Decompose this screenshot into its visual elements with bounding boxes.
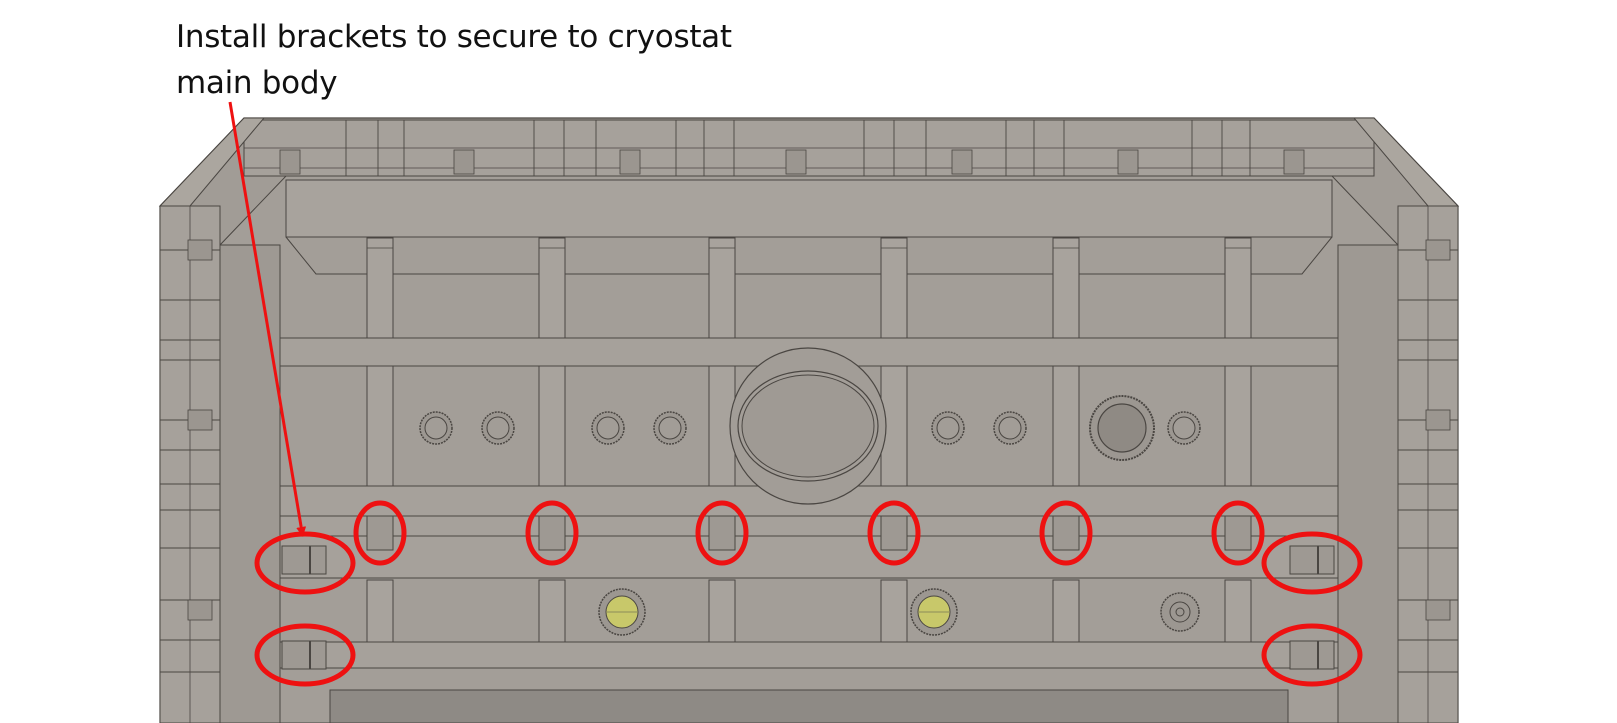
small-port-inner bbox=[1172, 416, 1196, 440]
strut-upper bbox=[708, 237, 736, 339]
strut-upper bbox=[366, 237, 394, 339]
top-rail-clip bbox=[785, 149, 807, 175]
top-rail-clip bbox=[1283, 149, 1305, 175]
side-rail-clip bbox=[187, 599, 213, 621]
top-rail-clip bbox=[279, 149, 301, 175]
central-port bbox=[729, 347, 887, 505]
bracket bbox=[538, 515, 566, 551]
cad-view bbox=[158, 101, 1460, 723]
strut-upper bbox=[1224, 237, 1252, 339]
side-bracket bbox=[1289, 545, 1335, 575]
bracket bbox=[1052, 515, 1080, 551]
side-rail-clip bbox=[1425, 409, 1451, 431]
side-bracket bbox=[1289, 640, 1335, 670]
top-rail-clip bbox=[951, 149, 973, 175]
bracket bbox=[1224, 515, 1252, 551]
side-bracket bbox=[281, 545, 327, 575]
strut-lower bbox=[708, 579, 736, 643]
left-rail bbox=[159, 205, 221, 723]
small-port-inner bbox=[936, 416, 960, 440]
top-rail bbox=[243, 119, 1375, 177]
strut-lower bbox=[1224, 579, 1252, 643]
small-port-inner bbox=[596, 416, 620, 440]
strut-middle bbox=[1052, 365, 1080, 487]
upper-band bbox=[285, 179, 1333, 238]
top-rail-clip bbox=[453, 149, 475, 175]
large-port-inner bbox=[1097, 403, 1147, 453]
strut-lower bbox=[880, 579, 908, 643]
strut-middle bbox=[538, 365, 566, 487]
side-rail-clip bbox=[187, 409, 213, 431]
top-rail-clip bbox=[1117, 149, 1139, 175]
small-port-inner bbox=[424, 416, 448, 440]
small-port-inner bbox=[658, 416, 682, 440]
strut-upper bbox=[1052, 237, 1080, 339]
bottom-band bbox=[329, 689, 1289, 723]
cross-bar bbox=[279, 641, 1339, 669]
small-port-inner bbox=[486, 416, 510, 440]
side-rail-clip bbox=[1425, 239, 1451, 261]
side-bracket bbox=[281, 640, 327, 670]
strut-lower bbox=[366, 579, 394, 643]
side-rail-clip bbox=[1425, 599, 1451, 621]
cross-bar bbox=[279, 515, 1339, 537]
strut-middle bbox=[1224, 365, 1252, 487]
strut-middle bbox=[366, 365, 394, 487]
strut-lower bbox=[538, 579, 566, 643]
bracket bbox=[708, 515, 736, 551]
strut-upper bbox=[538, 237, 566, 339]
right-rail bbox=[1397, 205, 1459, 723]
right-column bbox=[1337, 244, 1399, 723]
left-column bbox=[219, 244, 281, 723]
strut-upper bbox=[880, 237, 908, 339]
connector bbox=[1160, 592, 1200, 632]
bracket bbox=[880, 515, 908, 551]
top-rail-clip bbox=[619, 149, 641, 175]
cryostat-drawing: Install brackets to secure to cryostat m… bbox=[0, 0, 1617, 723]
bracket bbox=[366, 515, 394, 551]
cross-bar bbox=[279, 535, 1339, 579]
strut-lower bbox=[1052, 579, 1080, 643]
small-port-inner bbox=[998, 416, 1022, 440]
side-rail-clip bbox=[187, 239, 213, 261]
